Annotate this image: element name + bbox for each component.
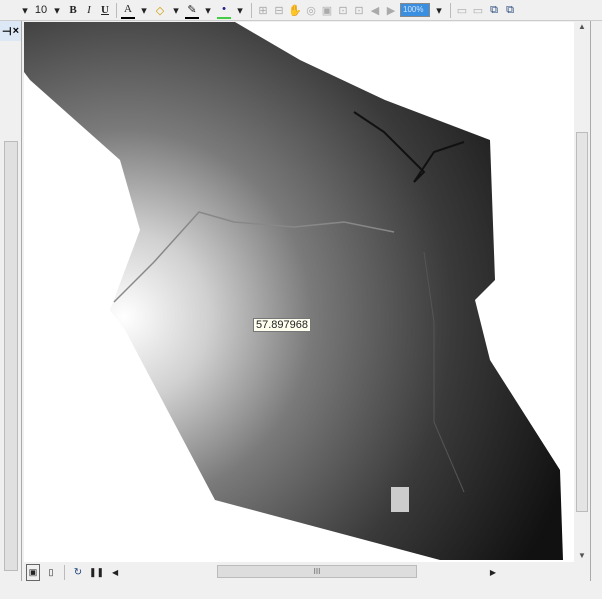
full-extent-icon[interactable]: ◎ <box>304 2 318 19</box>
data-view-button[interactable]: ▣ <box>26 563 40 581</box>
toggle-draft-mode-icon[interactable]: ▭ <box>455 2 469 19</box>
italic-button[interactable]: I <box>82 2 96 19</box>
dropdown-arrow[interactable]: ▾ <box>233 2 247 19</box>
fill-color-icon[interactable]: ◇ <box>153 2 167 19</box>
font-size-select[interactable]: 10 <box>34 2 48 19</box>
draw-toolbar: ▾ 10 ▾ B I U A ▾ ◇ ▾ ✎ ▾ • ▾ ⊞ ⊟ ✋ ◎ ▣ ⊡… <box>0 0 602 21</box>
refresh-icon[interactable]: ↻ <box>71 564 85 581</box>
font-color-button[interactable]: A <box>121 2 135 19</box>
map-view[interactable]: 57.897968 <box>24 22 574 562</box>
scroll-down-arrow[interactable]: ▼ <box>574 551 590 560</box>
underline-button[interactable]: U <box>98 2 112 19</box>
separator <box>251 2 252 18</box>
marker-color-icon[interactable]: • <box>217 2 231 19</box>
dem-raster <box>24 22 563 560</box>
scroll-right-arrow[interactable]: ▶ <box>486 564 500 581</box>
bold-button[interactable]: B <box>66 2 80 19</box>
data-driven-pages-icon[interactable]: ⧉ <box>503 2 517 19</box>
pin-icon[interactable]: ⊣ <box>2 25 12 38</box>
font-dropdown-arrow[interactable]: ▾ <box>18 2 32 19</box>
close-icon[interactable]: × <box>13 25 19 37</box>
scroll-left-arrow[interactable]: ◀ <box>108 564 122 581</box>
dropdown-arrow[interactable]: ▾ <box>137 2 151 19</box>
font-size-dropdown-arrow[interactable]: ▾ <box>50 2 64 19</box>
right-docked-panel <box>590 21 602 581</box>
toc-scrollbar[interactable] <box>4 141 18 571</box>
zoom-percent-select[interactable]: 100% <box>400 3 430 17</box>
zoom-dropdown-arrow[interactable]: ▾ <box>432 2 446 19</box>
pan-icon[interactable]: ✋ <box>288 2 302 19</box>
previous-extent-icon[interactable]: ◀ <box>368 2 382 19</box>
pause-drawing-icon[interactable]: ❚❚ <box>89 564 104 581</box>
horizontal-scroll-thumb[interactable]: III <box>217 565 417 578</box>
zoom-out-fixed-icon[interactable]: ⊟ <box>272 2 286 19</box>
separator <box>64 564 65 580</box>
zoom-100-icon[interactable]: ▣ <box>320 2 334 19</box>
vertical-scrollbar[interactable]: ▲ ▼ <box>574 22 590 562</box>
dropdown-arrow[interactable]: ▾ <box>169 2 183 19</box>
vertical-scroll-thumb[interactable] <box>576 132 588 512</box>
next-extent-icon[interactable]: ▶ <box>384 2 398 19</box>
zoom-in-fixed-icon[interactable]: ⊞ <box>256 2 270 19</box>
layout-view-button[interactable]: ▯ <box>44 564 58 581</box>
change-layout-icon[interactable]: ⧉ <box>487 2 501 19</box>
view-toolbar: ▣ ▯ ↻ ❚❚ ◀ III ▶ <box>22 563 574 581</box>
zoom-whole-page-icon[interactable]: ⊡ <box>336 2 350 19</box>
table-of-contents-panel: ⊣ × <box>0 21 22 581</box>
status-bar <box>0 582 602 599</box>
focus-data-frame-icon[interactable]: ▭ <box>471 2 485 19</box>
zoom-width-icon[interactable]: ⊡ <box>352 2 366 19</box>
identify-value-tooltip: 57.897968 <box>253 318 311 332</box>
separator <box>116 2 117 18</box>
dropdown-arrow[interactable]: ▾ <box>201 2 215 19</box>
scroll-up-arrow[interactable]: ▲ <box>574 22 590 31</box>
separator <box>450 2 451 18</box>
line-color-icon[interactable]: ✎ <box>185 2 199 19</box>
